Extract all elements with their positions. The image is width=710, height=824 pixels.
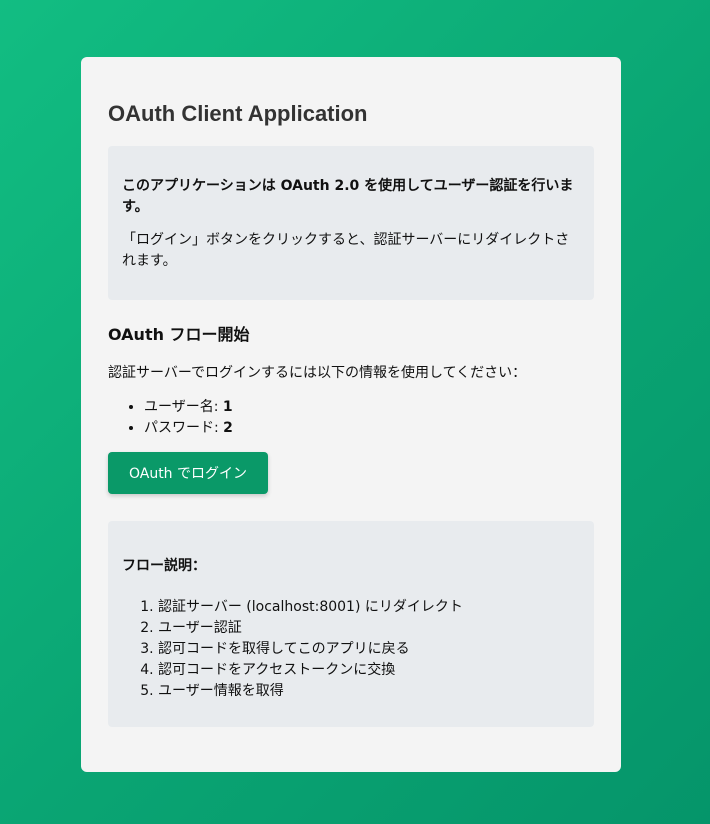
info-bold-text: このアプリケーションは OAuth 2.0 を使用してユーザー認証を行います。: [122, 178, 574, 215]
credential-value: 1: [222, 399, 233, 415]
flow-step: 認証サーバー (localhost:8001) にリダイレクト: [158, 597, 580, 618]
info-text: 「ログイン」ボタンをクリックすると、認証サーバーにリダイレクトされます。: [122, 232, 570, 269]
credential-username: ユーザー名: 1: [144, 397, 233, 418]
page-title: OAuth Client Application: [108, 101, 368, 126]
login-instruction: 認証サーバーでログインするには以下の情報を使用してください：: [108, 365, 527, 381]
flow-explanation-box: フロー説明： 認証サーバー (localhost:8001) にリダイレクト ユ…: [108, 521, 594, 727]
oauth-login-button[interactable]: OAuth でログイン: [108, 452, 268, 494]
flow-step: 認可コードをアクセストークンに交換: [158, 660, 580, 681]
info-box: このアプリケーションは OAuth 2.0 を使用してユーザー認証を行います。 …: [108, 146, 594, 300]
flow-step: ユーザー認証: [158, 618, 580, 639]
credential-value: 2: [223, 420, 233, 436]
credential-label: ユーザー名:: [144, 399, 223, 415]
main-card: OAuth Client Application このアプリケーションは OAu…: [81, 57, 621, 772]
flow-explanation-title: フロー説明：: [122, 558, 206, 574]
flow-step: 認可コードを取得してこのアプリに戻る: [158, 639, 580, 660]
flow-steps-list: 認証サーバー (localhost:8001) にリダイレクト ユーザー認証 認…: [122, 597, 580, 702]
flow-step: ユーザー情報を取得: [158, 681, 580, 702]
credential-label: パスワード:: [144, 420, 224, 436]
flow-start-title: OAuth フロー開始: [108, 325, 250, 344]
credentials-list: ユーザー名: 1 パスワード: 2: [108, 397, 233, 439]
credential-password: パスワード: 2: [144, 418, 233, 439]
